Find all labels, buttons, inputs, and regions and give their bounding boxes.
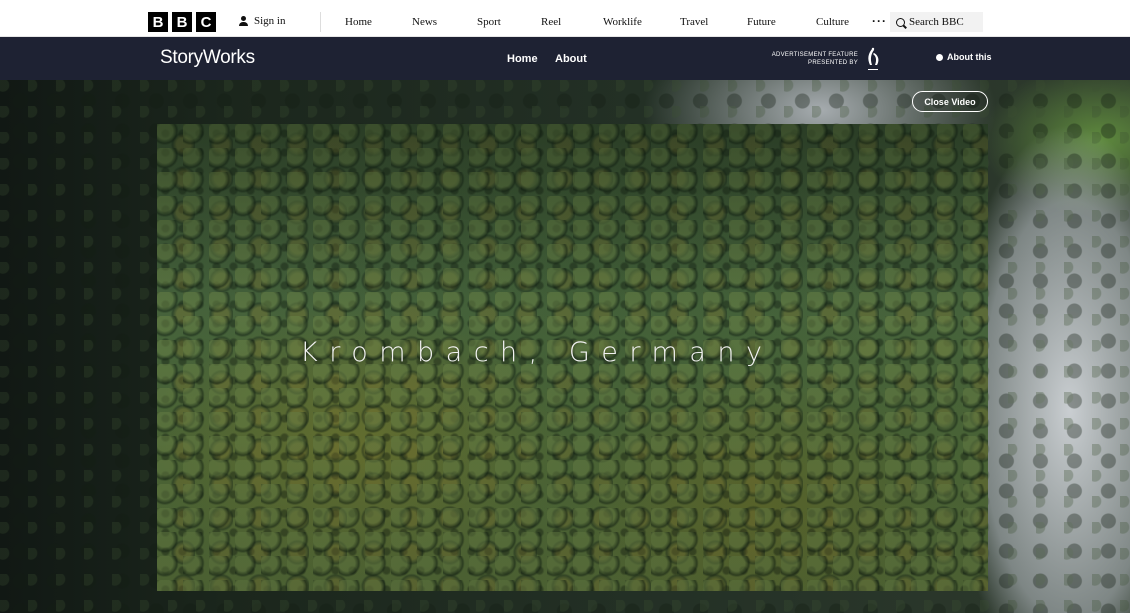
nav-culture[interactable]: Culture <box>816 16 849 28</box>
divider <box>320 12 321 32</box>
bbc-logo-letter: B <box>172 12 192 32</box>
search-label: Search BBC <box>909 16 964 28</box>
about-this-button[interactable]: About this <box>936 52 992 62</box>
bbc-top-bar: B B C Sign in Home News Sport Reel Workl… <box>0 0 1130 37</box>
presented-by-line: PRESENTED BY <box>808 60 858 66</box>
nav-travel[interactable]: Travel <box>680 16 708 28</box>
storyworks-logo[interactable]: StoryWorks <box>160 47 255 69</box>
storyworks-nav-about[interactable]: About <box>555 53 587 65</box>
sign-in-label: Sign in <box>254 15 286 27</box>
close-video-button[interactable]: Close Video <box>912 91 988 112</box>
sign-in-link[interactable]: Sign in <box>238 15 285 27</box>
advertisement-line: ADVERTISEMENT FEATURE <box>771 52 858 58</box>
nav-future[interactable]: Future <box>747 16 776 28</box>
bbc-logo-letter: C <box>196 12 216 32</box>
sponsor-logo[interactable] <box>858 45 888 73</box>
bbc-logo-letter: B <box>148 12 168 32</box>
storyworks-bar: StoryWorks Home About ADVERTISEMENT FEAT… <box>0 37 1130 80</box>
nav-news[interactable]: News <box>412 16 437 28</box>
search-input[interactable]: Search BBC <box>890 12 983 32</box>
more-menu-button[interactable]: ··· <box>872 14 887 28</box>
video-title: Krombach, Germany <box>300 337 774 368</box>
bbc-logo[interactable]: B B C <box>148 12 216 32</box>
advertisement-feature-label: ADVERTISEMENT FEATURE PRESENTED BY <box>760 51 858 67</box>
about-this-label: About this <box>947 52 992 62</box>
person-icon <box>238 15 249 27</box>
hero-background: Close Video Krombach, Germany <box>0 80 1130 613</box>
nav-home[interactable]: Home <box>345 16 372 28</box>
info-dot-icon <box>936 53 943 61</box>
nav-worklife[interactable]: Worklife <box>603 16 642 28</box>
storyworks-nav-home[interactable]: Home <box>507 53 538 65</box>
nav-reel[interactable]: Reel <box>541 16 561 28</box>
search-icon <box>896 17 905 27</box>
nav-sport[interactable]: Sport <box>477 16 501 28</box>
